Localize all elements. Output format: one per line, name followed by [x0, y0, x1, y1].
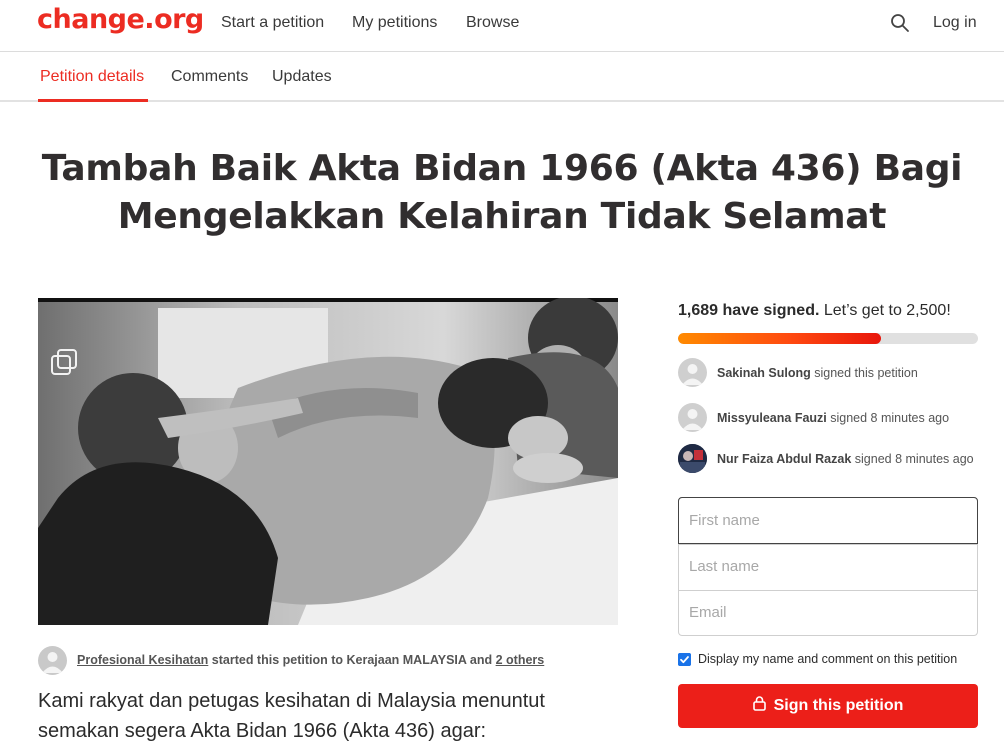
signer-avatar: [678, 444, 707, 473]
signer-text: Sakinah Sulong signed this petition: [717, 366, 918, 380]
change-org-logo[interactable]: change.org: [37, 4, 204, 35]
petition-title: Tambah Baik Akta Bidan 1966 (Akta 436) B…: [40, 145, 964, 241]
others-link[interactable]: 2 others: [496, 653, 545, 667]
recent-signer: Missyuleana Fauzi signed 8 minutes ago: [678, 403, 998, 433]
nav-start-petition[interactable]: Start a petition: [221, 14, 324, 32]
sign-form: [678, 497, 978, 636]
story-line-2: semakan segera Akta Bidan 1966 (Akta 436…: [38, 720, 487, 742]
petition-story: Kami rakyat dan petugas kesihatan di Mal…: [38, 686, 618, 745]
petition-title-line-1: Tambah Baik Akta Bidan 1966 (Akta 436) B…: [41, 148, 963, 189]
signer-text: Nur Faiza Abdul Razak signed 8 minutes a…: [717, 452, 974, 466]
person-icon: [42, 652, 63, 673]
photo-avatar-icon: [678, 444, 707, 473]
signer-action: signed 8 minutes ago: [851, 452, 974, 466]
petition-tabs: Petition details Comments Updates: [0, 52, 1004, 102]
signed-total: 1,689 have signed.: [678, 302, 820, 319]
story-line-1: Kami rakyat dan petugas kesihatan di Mal…: [38, 690, 545, 712]
petition-starter-info: Profesional Kesihatan started this petit…: [77, 653, 544, 667]
nav-my-petitions[interactable]: My petitions: [352, 14, 437, 32]
active-tab-indicator: [38, 99, 148, 102]
recent-signer: Nur Faiza Abdul Razak signed 8 minutes a…: [678, 444, 998, 474]
petition-photo-illustration: [38, 298, 618, 625]
last-name-field[interactable]: [679, 544, 977, 590]
signer-text: Missyuleana Fauzi signed 8 minutes ago: [717, 411, 949, 425]
person-icon: [682, 364, 703, 385]
login-link[interactable]: Log in: [933, 14, 977, 32]
petition-title-line-2: Mengelakkan Kelahiran Tidak Selamat: [117, 196, 887, 237]
starter-target-text: started this petition to Kerajaan MALAYS…: [208, 653, 496, 667]
top-navigation: change.org Start a petition My petitions…: [0, 0, 1004, 52]
signature-progress-fill: [678, 333, 881, 344]
starter-avatar: [38, 646, 67, 675]
signer-name: Sakinah Sulong: [717, 366, 811, 380]
signer-action: signed 8 minutes ago: [826, 411, 950, 425]
starter-name-link[interactable]: Profesional Kesihatan: [77, 653, 208, 667]
email-field[interactable]: [679, 590, 977, 636]
petition-photo: [38, 298, 618, 625]
recent-signer: Sakinah Sulong signed this petition: [678, 358, 998, 388]
first-name-field[interactable]: [678, 497, 978, 544]
person-icon: [682, 409, 703, 430]
signature-count: 1,689 have signed. Let’s get to 2,500!: [678, 302, 951, 320]
sign-button-label: Sign this petition: [773, 697, 904, 714]
signer-avatar: [678, 403, 707, 432]
signer-name: Nur Faiza Abdul Razak: [717, 452, 852, 466]
nav-browse[interactable]: Browse: [466, 14, 519, 32]
signer-avatar: [678, 358, 707, 387]
signer-action: signed this petition: [810, 366, 918, 380]
search-icon[interactable]: [890, 13, 910, 33]
tab-petition-details[interactable]: Petition details: [40, 68, 144, 86]
tab-updates[interactable]: Updates: [272, 68, 332, 86]
lock-icon: [752, 696, 766, 712]
display-name-label[interactable]: Display my name and comment on this peti…: [698, 652, 957, 666]
display-name-checkbox[interactable]: [678, 653, 691, 666]
signature-progress-bar: [678, 333, 978, 344]
signature-goal: Let’s get to 2,500!: [819, 302, 951, 319]
sign-petition-button[interactable]: Sign this petition: [678, 684, 978, 728]
tab-comments[interactable]: Comments: [171, 68, 248, 86]
signer-name: Missyuleana Fauzi: [717, 411, 827, 425]
